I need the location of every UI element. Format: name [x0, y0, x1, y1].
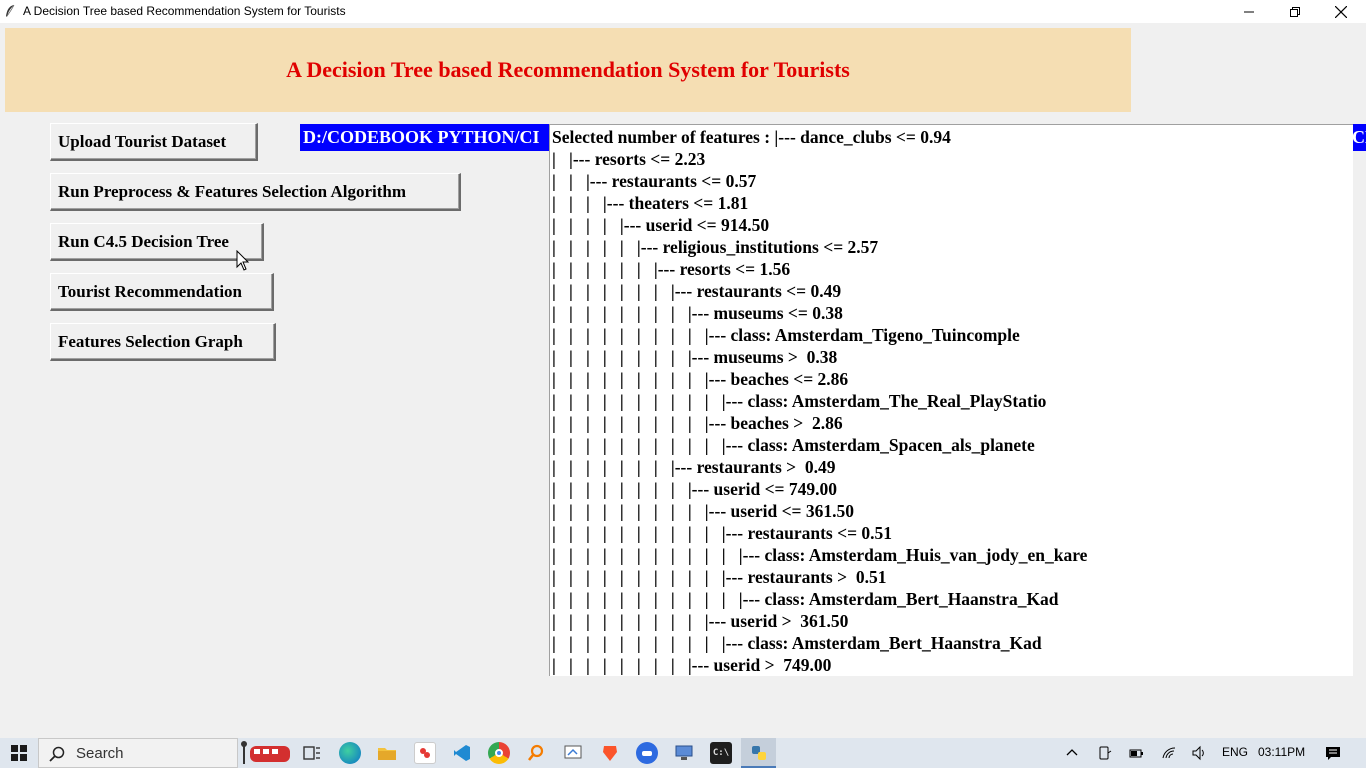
- minimize-icon: [1244, 11, 1254, 12]
- output-line: | | | | | | | |--- restaurants > 0.49: [552, 457, 836, 477]
- dataset-path-fragment: CE: [1353, 127, 1366, 147]
- feather-app-icon: [6, 4, 15, 17]
- window-titlebar: A Decision Tree based Recommendation Sys…: [0, 0, 1366, 23]
- minimize-button[interactable]: [1226, 0, 1272, 23]
- language-indicator[interactable]: ENG: [1222, 745, 1248, 759]
- output-line: | | | | | | | | |--- userid > 749.00: [552, 655, 832, 675]
- window-title: A Decision Tree based Recommendation Sys…: [23, 4, 346, 18]
- output-line: | | | |--- theaters <= 1.81: [552, 193, 749, 213]
- chrome-icon[interactable]: [488, 742, 510, 764]
- output-line: | | | | | | | | | |--- class: Amsterdam_…: [552, 325, 1020, 345]
- output-line: | | | | | | | | | | |--- class: Amsterda…: [552, 633, 1042, 653]
- output-line: | | | | | | | | | |--- userid > 361.50: [552, 611, 849, 631]
- app-red-icon[interactable]: [414, 742, 436, 764]
- output-line: | | | | | | | | |--- museums > 0.38: [552, 347, 838, 367]
- python-app-icon[interactable]: [748, 742, 770, 764]
- output-line: | | | | |--- userid <= 914.50: [552, 215, 770, 235]
- start-button[interactable]: [0, 738, 38, 768]
- output-line: | | | | | | | | | |--- beaches > 2.86: [552, 413, 843, 433]
- features-selection-graph-button[interactable]: Features Selection Graph: [50, 323, 276, 361]
- taskbar: Search C:\ ENG 03:11PM: [0, 738, 1366, 768]
- brave-icon[interactable]: [599, 742, 621, 764]
- output-line: | | | | | | | |--- restaurants <= 0.49: [552, 281, 842, 301]
- dataset-path-label-end: CE: [1353, 124, 1366, 151]
- battery-icon[interactable]: [1128, 745, 1144, 761]
- restore-button[interactable]: [1272, 0, 1318, 23]
- output-line: | | | | | | | | | | |--- restaurants <= …: [552, 523, 893, 543]
- search-highlight-train-icon: [241, 741, 290, 764]
- tourist-recommendation-button[interactable]: Tourist Recommendation: [50, 273, 274, 311]
- output-line: | | | | | | | | | | | |--- class: Amster…: [552, 589, 1059, 609]
- remote-desktop-icon[interactable]: [673, 742, 695, 764]
- clock-time[interactable]: 03:11PM: [1258, 745, 1305, 759]
- output-textarea[interactable]: Selected number of features : |--- dance…: [549, 124, 1353, 676]
- speaker-icon[interactable]: [1191, 745, 1207, 761]
- vscode-icon[interactable]: [451, 742, 473, 764]
- meet-now-icon[interactable]: [1097, 745, 1113, 761]
- mouse-cursor-icon: [236, 250, 250, 271]
- output-line: | | | | | | | | | | |--- restaurants > 0…: [552, 567, 887, 587]
- output-line: | | | | | | | | | | |--- class: Amsterda…: [552, 391, 1047, 411]
- output-line: | |--- resorts <= 2.23: [552, 149, 706, 169]
- output-line: | | | | | | | | | | | |--- class: Amster…: [552, 545, 1088, 565]
- orange-search-app-icon[interactable]: [525, 742, 547, 764]
- notification-icon[interactable]: [1325, 745, 1341, 761]
- zoom-icon[interactable]: [636, 742, 658, 764]
- taskbar-search-box[interactable]: Search: [38, 738, 238, 768]
- windows-logo-icon: [11, 745, 27, 761]
- task-view-icon[interactable]: [301, 742, 323, 764]
- output-line: | | | | | |--- religious_institutions <=…: [552, 237, 879, 257]
- output-line: | | | | | | |--- resorts <= 1.56: [552, 259, 791, 279]
- page-title: A Decision Tree based Recommendation Sys…: [286, 57, 850, 82]
- wifi-icon[interactable]: [1161, 745, 1177, 761]
- output-line: | | | | | | | | |--- userid <= 749.00: [552, 479, 838, 499]
- output-line: | | | | | | | | | | |--- class: Amsterda…: [552, 435, 1035, 455]
- chevron-up-icon[interactable]: [1064, 745, 1080, 761]
- search-icon: [49, 746, 65, 762]
- output-line: | | | | | | | | |--- museums <= 0.38: [552, 303, 843, 323]
- search-placeholder: Search: [76, 745, 124, 762]
- output-line: | | | | | | | | | |--- userid <= 361.50: [552, 501, 855, 521]
- preprocess-button[interactable]: Run Preprocess & Features Selection Algo…: [50, 173, 461, 211]
- close-icon: [1335, 5, 1347, 18]
- output-line: | | |--- restaurants <= 0.57: [552, 171, 757, 191]
- upload-dataset-button[interactable]: Upload Tourist Dataset: [50, 123, 258, 161]
- paint-app-icon[interactable]: [562, 742, 584, 764]
- edge-icon[interactable]: [339, 742, 361, 764]
- close-button[interactable]: [1318, 0, 1364, 23]
- restore-icon: [1290, 6, 1300, 17]
- c45-decision-tree-button[interactable]: Run C4.5 Decision Tree: [50, 223, 264, 261]
- terminal-icon[interactable]: C:\: [710, 742, 732, 764]
- dataset-path-label: D:/CODEBOOK PYTHON/CI: [300, 124, 550, 151]
- output-line: | | | | | | | | | |--- beaches <= 2.86: [552, 369, 849, 389]
- output-lines: Selected number of features : |--- dance…: [552, 126, 1087, 676]
- file-explorer-icon[interactable]: [376, 742, 398, 764]
- output-line: Selected number of features : |--- dance…: [552, 127, 951, 147]
